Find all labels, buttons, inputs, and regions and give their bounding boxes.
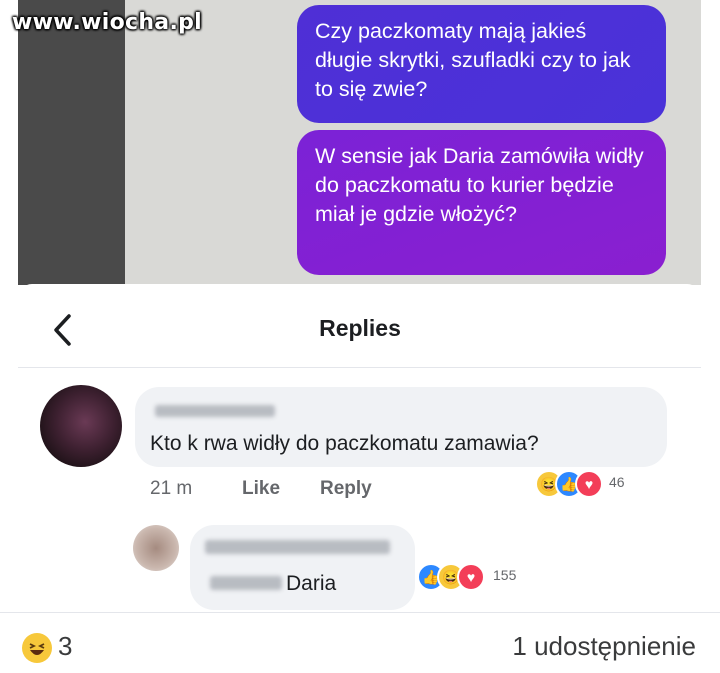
blurred-mention [210, 576, 282, 590]
reaction-count: 46 [609, 474, 625, 490]
blurred-name [205, 540, 390, 554]
blurred-name [155, 405, 275, 417]
reply-button[interactable]: Reply [320, 478, 372, 500]
share-count[interactable]: 1 udostępnienie [512, 631, 696, 662]
message-bubble: W sensie jak Daria zamówiła widły do pac… [297, 130, 666, 275]
avatar[interactable] [133, 525, 179, 571]
comment-time: 21 m [150, 478, 193, 499]
love-icon: ♥ [457, 563, 485, 591]
mention-text: Daria [286, 572, 337, 595]
page-title: Replies [319, 315, 401, 341]
comment-text: Kto k rwa widły do paczkomatu zamawia? [150, 432, 539, 455]
watermark: www.wiocha.pl [12, 10, 202, 35]
reply-bubble[interactable] [190, 525, 415, 610]
love-icon: ♥ [575, 470, 603, 498]
sidebar-strip [18, 0, 125, 285]
haha-icon[interactable] [22, 633, 52, 663]
like-button[interactable]: Like [242, 478, 280, 500]
reaction-count: 155 [493, 567, 517, 583]
divider [18, 367, 701, 368]
message-bubble: Czy paczkomaty mają jakieś długie skrytk… [297, 5, 666, 123]
divider [0, 612, 720, 613]
avatar[interactable] [40, 385, 122, 467]
reaction-count[interactable]: 3 [58, 631, 72, 662]
